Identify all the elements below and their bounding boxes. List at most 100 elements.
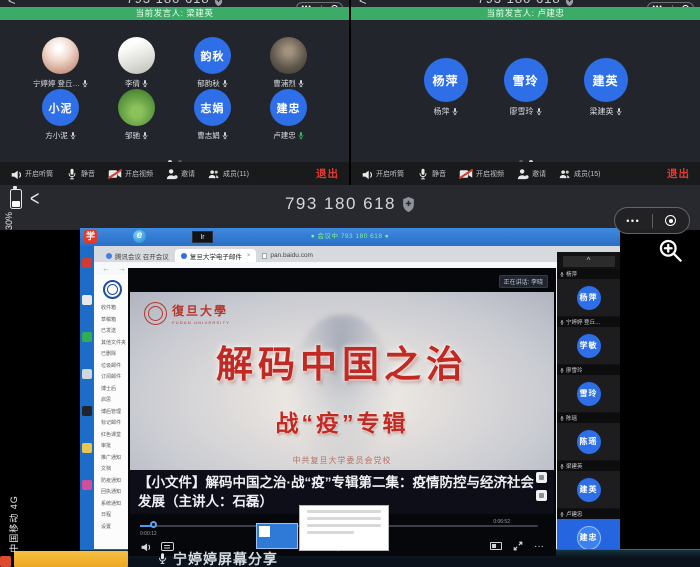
strip-tile[interactable]: 陈瑶 陈瑶 (557, 413, 620, 460)
mail-folder-item[interactable]: 已发送 (94, 326, 130, 338)
mute-button[interactable]: 静音 (66, 168, 95, 180)
mail-folder-item[interactable]: 草稿箱 (94, 315, 130, 327)
tab-label: 复旦大学电子邮件 (190, 251, 242, 261)
highlighted-taskbar-item[interactable] (14, 551, 128, 567)
video-subtitle: 战“疫”专辑 (130, 404, 554, 438)
taskbar-app-tile[interactable] (256, 523, 298, 549)
strip-tile[interactable]: 廖雪玲 雪玲 (557, 365, 620, 412)
miniprogram-capsule-main[interactable]: ••• (614, 207, 690, 234)
tab-close-icon[interactable]: × (247, 253, 251, 259)
collapse-strip-button[interactable]: ^ (563, 256, 615, 267)
members-button[interactable]: 成员(15) (559, 168, 600, 180)
avatar-initials: 雪玲 (512, 72, 538, 89)
participant[interactable]: 雪玲 廖雪玲 (486, 58, 566, 122)
mail-folder-item[interactable]: 设置 (94, 522, 130, 534)
zoom-in-button[interactable] (657, 237, 684, 264)
nav-forward-icon[interactable]: → (118, 264, 126, 273)
tab-tencent-meeting[interactable]: 腾讯会议 召开会议 (100, 249, 175, 262)
popup-line (307, 524, 381, 527)
exit-button[interactable]: 退出 (667, 166, 690, 181)
participant[interactable]: 建英 梁建英 (566, 58, 646, 122)
nav-back-icon[interactable]: ← (102, 264, 110, 273)
mail-folder-item[interactable]: 红色课堂 (94, 430, 130, 442)
mute-button[interactable]: 静音 (417, 168, 446, 180)
app-icon[interactable] (82, 406, 92, 416)
strip-tile[interactable]: 杨萍 杨萍 (557, 269, 620, 316)
fudan-name-en: FUDAN UNIVERSITY (172, 320, 230, 325)
participant[interactable]: 志娟 曹志娟 (175, 89, 251, 141)
participant[interactable]: 韵秋 郁韵秋 (175, 37, 251, 89)
floating-button[interactable] (536, 490, 547, 501)
mail-folder-item[interactable]: 日程 (94, 510, 130, 522)
xuexi-app-icon[interactable]: 学 (84, 230, 97, 243)
mail-folder-item[interactable]: 垃圾邮件 (94, 361, 130, 373)
participant[interactable]: 建忠 卢建忠 (251, 89, 327, 141)
app-icon[interactable] (82, 369, 92, 379)
tab-fudan-mail[interactable]: 复旦大学电子邮件 × (175, 249, 257, 262)
speaker-button[interactable]: 开启听筒 (10, 168, 53, 180)
shield-icon (214, 0, 223, 6)
mail-folder-item[interactable]: 启思 (94, 395, 130, 407)
app-icon[interactable] (82, 480, 92, 490)
invite-button[interactable]: 邀请 (166, 168, 195, 180)
tab-baidu-pan[interactable]: pan.baidu.com (256, 249, 319, 262)
fudan-logo: 復旦大學FUDAN UNIVERSITY (144, 302, 230, 325)
mail-folder-item[interactable]: 博后管理 (94, 407, 130, 419)
wechat-icon[interactable] (82, 332, 92, 342)
theater-mode-icon[interactable] (490, 542, 502, 550)
fullscreen-icon[interactable] (513, 541, 523, 551)
mail-folder-item[interactable]: 订阅邮件 (94, 372, 130, 384)
mail-folder-item[interactable]: 标记邮件 (94, 418, 130, 430)
mail-folder-item[interactable]: 收件箱 (94, 303, 130, 315)
more-icon[interactable]: ••• (615, 215, 652, 227)
floating-button[interactable] (536, 472, 547, 483)
app-tile-icon[interactable]: Ir (192, 231, 213, 243)
participant[interactable]: 宁婷婷 登丘… (23, 37, 99, 89)
participant-name: 卢建忠 (273, 130, 296, 141)
mail-folder-item[interactable]: 博士后 (94, 384, 130, 396)
strip-tile[interactable]: 梁建英 建英 (557, 461, 620, 508)
participant[interactable]: 小泥 方小泥 (23, 89, 99, 141)
more-options-icon[interactable]: ··· (534, 541, 544, 552)
speaker-icon (361, 168, 373, 180)
mic-icon (66, 168, 78, 180)
edge-browser-icon[interactable]: e (133, 230, 146, 243)
members-button[interactable]: 成员(11) (208, 168, 249, 180)
mail-folder-item[interactable]: 回执通知 (94, 487, 130, 499)
mail-folder-item[interactable]: 文档 (94, 464, 130, 476)
mail-folder-item[interactable]: 审批 (94, 441, 130, 453)
mail-folder-item[interactable]: 防疫通知 (94, 476, 130, 488)
video-label: 开启视频 (125, 169, 153, 179)
mail-folder-item[interactable]: 推广通知 (94, 453, 130, 465)
avatar: 雪玲 (504, 58, 548, 102)
mail-folder-item[interactable]: 其他文件夹 (94, 338, 130, 350)
pdf-icon[interactable] (82, 258, 92, 268)
strip-name: 杨萍 (566, 270, 577, 278)
participant-name: 方小泥 (45, 130, 68, 141)
participant[interactable]: 杨萍 杨萍 (406, 58, 486, 122)
folder-icon[interactable] (82, 443, 92, 453)
speaker-button[interactable]: 开启听筒 (361, 168, 404, 180)
meeting-panel-left: < 793 180 618 ••• 当前发言人: 梁建英 宁婷婷 登丘… 李倩 (0, 0, 349, 185)
fudan-seal-icon (144, 302, 167, 325)
mic-icon (417, 168, 429, 180)
participant[interactable]: 曹浦烈 (251, 37, 327, 89)
shield-icon[interactable] (402, 197, 415, 212)
participant[interactable]: 李倩 (99, 37, 175, 89)
strip-tile[interactable]: 卢建忠 建忠 (557, 509, 620, 549)
participant[interactable]: 邹驰 (99, 89, 175, 141)
invite-button[interactable]: 邀请 (517, 168, 546, 180)
exit-button[interactable]: 退出 (316, 166, 339, 181)
mic-icon (560, 367, 564, 374)
mail-folder-item[interactable]: 已删除 (94, 349, 130, 361)
video-button[interactable]: 开启视频 (459, 168, 504, 180)
strip-avatar: 陈瑶 (577, 430, 601, 454)
video-frame[interactable]: 復旦大學FUDAN UNIVERSITY 解码中国之治 战“疫”专辑 中共复旦大… (130, 292, 554, 470)
video-button[interactable]: 开启视频 (108, 168, 153, 180)
close-icon[interactable] (665, 215, 676, 226)
progress-handle[interactable] (150, 521, 157, 528)
mail-folder-item[interactable]: 系统通知 (94, 499, 130, 511)
tab-favicon (262, 253, 267, 259)
strip-tile[interactable]: 宁婷婷 登丘… 学敏 (557, 317, 620, 364)
doc-icon[interactable] (82, 295, 92, 305)
